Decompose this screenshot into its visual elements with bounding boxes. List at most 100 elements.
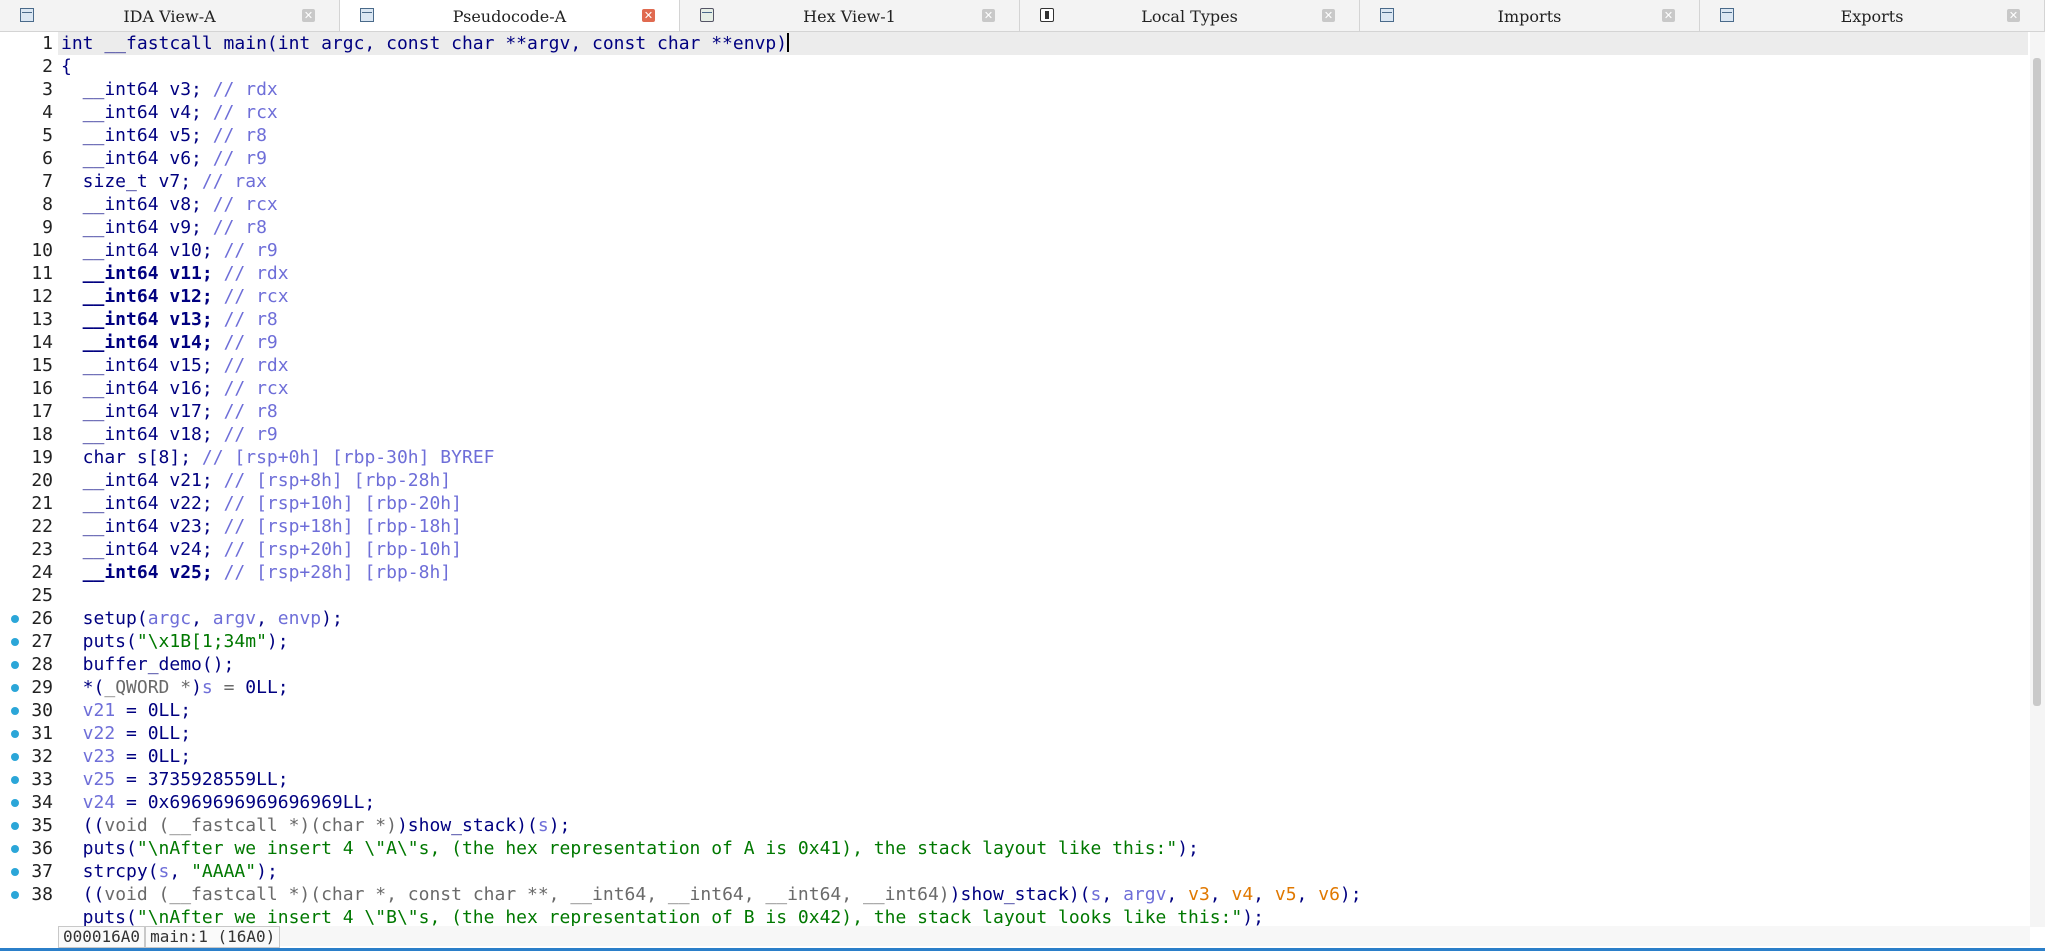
breakpoint-dot-icon[interactable] [11,891,19,899]
code-line[interactable]: 21 __int64 v22; // [rsp+10h] [rbp-20h] [0,492,2028,515]
code-line[interactable]: 31 v22 = 0LL; [0,722,2028,745]
line-number: 19 [31,447,53,468]
code-line[interactable]: 25 [0,584,2028,607]
code-line[interactable]: 14 __int64 v14; // r9 [0,331,2028,354]
code-line[interactable]: 12 __int64 v12; // rcx [0,285,2028,308]
code-line[interactable]: 26 setup(argc, argv, envp); [0,607,2028,630]
tab-local-types[interactable]: Local Types ✕ [1020,0,1360,31]
line-number: 38 [31,884,53,905]
code-line[interactable]: 30 v21 = 0LL; [0,699,2028,722]
tab-imports[interactable]: Imports ✕ [1360,0,1700,31]
line-number: 16 [31,378,53,399]
code-line[interactable]: 10 __int64 v10; // r9 [0,239,2028,262]
code-line[interactable]: 3 __int64 v3; // rdx [0,78,2028,101]
code-line[interactable]: 1 int __fastcall main(int argc, const cha… [0,32,2028,55]
vertical-scrollbar[interactable] [2030,32,2045,927]
breakpoint-dot-icon[interactable] [11,730,19,738]
tab-exports[interactable]: Exports ✕ [1700,0,2045,31]
breakpoint-dot-icon[interactable] [11,776,19,784]
breakpoint-dot-icon[interactable] [11,661,19,669]
code-line[interactable]: 36 puts("\nAfter we insert 4 \"A\"s, (th… [0,837,2028,860]
line-number: 10 [31,240,53,261]
code-token: __int64 v21; [61,470,224,491]
code-token: __int64 v25; [61,562,224,583]
code-line[interactable]: 38 ((void (__fastcall *)(char *, const c… [0,883,2028,906]
line-number: 13 [31,309,53,330]
line-number: 32 [31,746,53,767]
code-line[interactable]: 15 __int64 v15; // rdx [0,354,2028,377]
code-token: // r9 [223,240,278,261]
code-line[interactable]: 28 buffer_demo(); [0,653,2028,676]
code-token: (( [61,815,105,836]
line-number: 8 [42,194,53,215]
code-line[interactable]: 27 puts("\x1B[1;34m"); [0,630,2028,653]
code-line[interactable]: 20 __int64 v21; // [rsp+8h] [rbp-28h] [0,469,2028,492]
code-line[interactable]: 37 strcpy(s, "AAAA"); [0,860,2028,883]
code-token: )show_stack)( [949,884,1091,905]
pseudocode-editor[interactable]: 1 int __fastcall main(int argc, const cha… [0,32,2030,927]
code-token: __int64 v11; [61,263,224,284]
breakpoint-dot-icon[interactable] [11,822,19,830]
tab-label: IDA View-A [123,7,216,26]
code-line[interactable]: 34 v24 = 0x6969696969696969LL; [0,791,2028,814]
code-line[interactable]: 19 char s[8]; // [rsp+0h] [rbp-30h] BYRE… [0,446,2028,469]
breakpoint-dot-icon[interactable] [11,845,19,853]
code-token: strcpy( [61,861,159,882]
code-line[interactable]: 17 __int64 v17; // r8 [0,400,2028,423]
scrollbar-thumb[interactable] [2033,58,2041,706]
breakpoint-dot-icon[interactable] [11,799,19,807]
code-line[interactable]: 23 __int64 v24; // [rsp+20h] [rbp-10h] [0,538,2028,561]
code-text: v24 = 0x6969696969696969LL; [61,791,376,814]
close-tab-icon[interactable]: ✕ [1322,9,1335,22]
code-line[interactable]: 6 __int64 v6; // r9 [0,147,2028,170]
code-token: v3 [1188,884,1210,905]
breakpoint-dot-icon[interactable] [11,684,19,692]
code-line[interactable]: 35 ((void (__fastcall *)(char *))show_st… [0,814,2028,837]
tab-ida-view-a[interactable]: IDA View-A ✕ [0,0,340,31]
code-token: s [158,861,170,882]
breakpoint-dot-icon[interactable] [11,638,19,646]
code-line[interactable]: 11 __int64 v11; // rdx [0,262,2028,285]
code-line[interactable]: 24 __int64 v25; // [rsp+28h] [rbp-8h] [0,561,2028,584]
code-line[interactable]: 29 *(_QWORD *)s = 0LL; [0,676,2028,699]
code-line[interactable]: 7 size_t v7; // rax [0,170,2028,193]
code-token: = 0LL; [115,746,192,767]
code-token: argv [212,608,257,629]
close-tab-icon[interactable]: ✕ [982,9,995,22]
code-line[interactable]: 4 __int64 v4; // rcx [0,101,2028,124]
close-tab-icon[interactable]: ✕ [642,9,655,22]
breakpoint-dot-icon[interactable] [11,707,19,715]
breakpoint-dot-icon[interactable] [11,753,19,761]
code-text: v25 = 3735928559LL; [61,768,289,791]
line-number: 1 [42,33,53,54]
code-token: // [rsp+8h] [rbp-28h] [223,470,452,491]
code-line[interactable]: 32 v23 = 0LL; [0,745,2028,768]
code-text: __int64 v14; // r9 [61,331,278,354]
breakpoint-dot-icon[interactable] [11,868,19,876]
code-token: // r8 [223,401,278,422]
code-text: __int64 v23; // [rsp+18h] [rbp-18h] [61,515,462,538]
tab-hex-view-1[interactable]: Hex View-1 ✕ [680,0,1020,31]
close-tab-icon[interactable]: ✕ [1662,9,1675,22]
code-token: __int64 v17; [61,401,224,422]
code-token: puts( [61,838,137,859]
code-line[interactable]: 13 __int64 v13; // r8 [0,308,2028,331]
code-line[interactable]: 8 __int64 v8; // rcx [0,193,2028,216]
code-line[interactable]: 16 __int64 v16; // rcx [0,377,2028,400]
code-line[interactable]: puts("\nAfter we insert 4 \"B\"s, (the h… [0,906,2028,927]
code-token: __int64 v16; [61,378,224,399]
code-line[interactable]: 22 __int64 v23; // [rsp+18h] [rbp-18h] [0,515,2028,538]
code-line[interactable]: 5 __int64 v5; // r8 [0,124,2028,147]
tab-pseudocode-a[interactable]: Pseudocode-A ✕ [340,0,680,31]
code-line[interactable]: 9 __int64 v9; // r8 [0,216,2028,239]
close-tab-icon[interactable]: ✕ [2007,9,2020,22]
code-token: , [1166,884,1189,905]
code-line[interactable]: 2{ [0,55,2028,78]
code-token: // [rsp+18h] [rbp-18h] [223,516,462,537]
breakpoint-dot-icon[interactable] [11,615,19,623]
code-line[interactable]: 18 __int64 v18; // r9 [0,423,2028,446]
code-line[interactable]: 33 v25 = 3735928559LL; [0,768,2028,791]
close-tab-icon[interactable]: ✕ [302,9,315,22]
code-text: __int64 v15; // rdx [61,354,289,377]
code-token: = 0LL; [115,723,192,744]
